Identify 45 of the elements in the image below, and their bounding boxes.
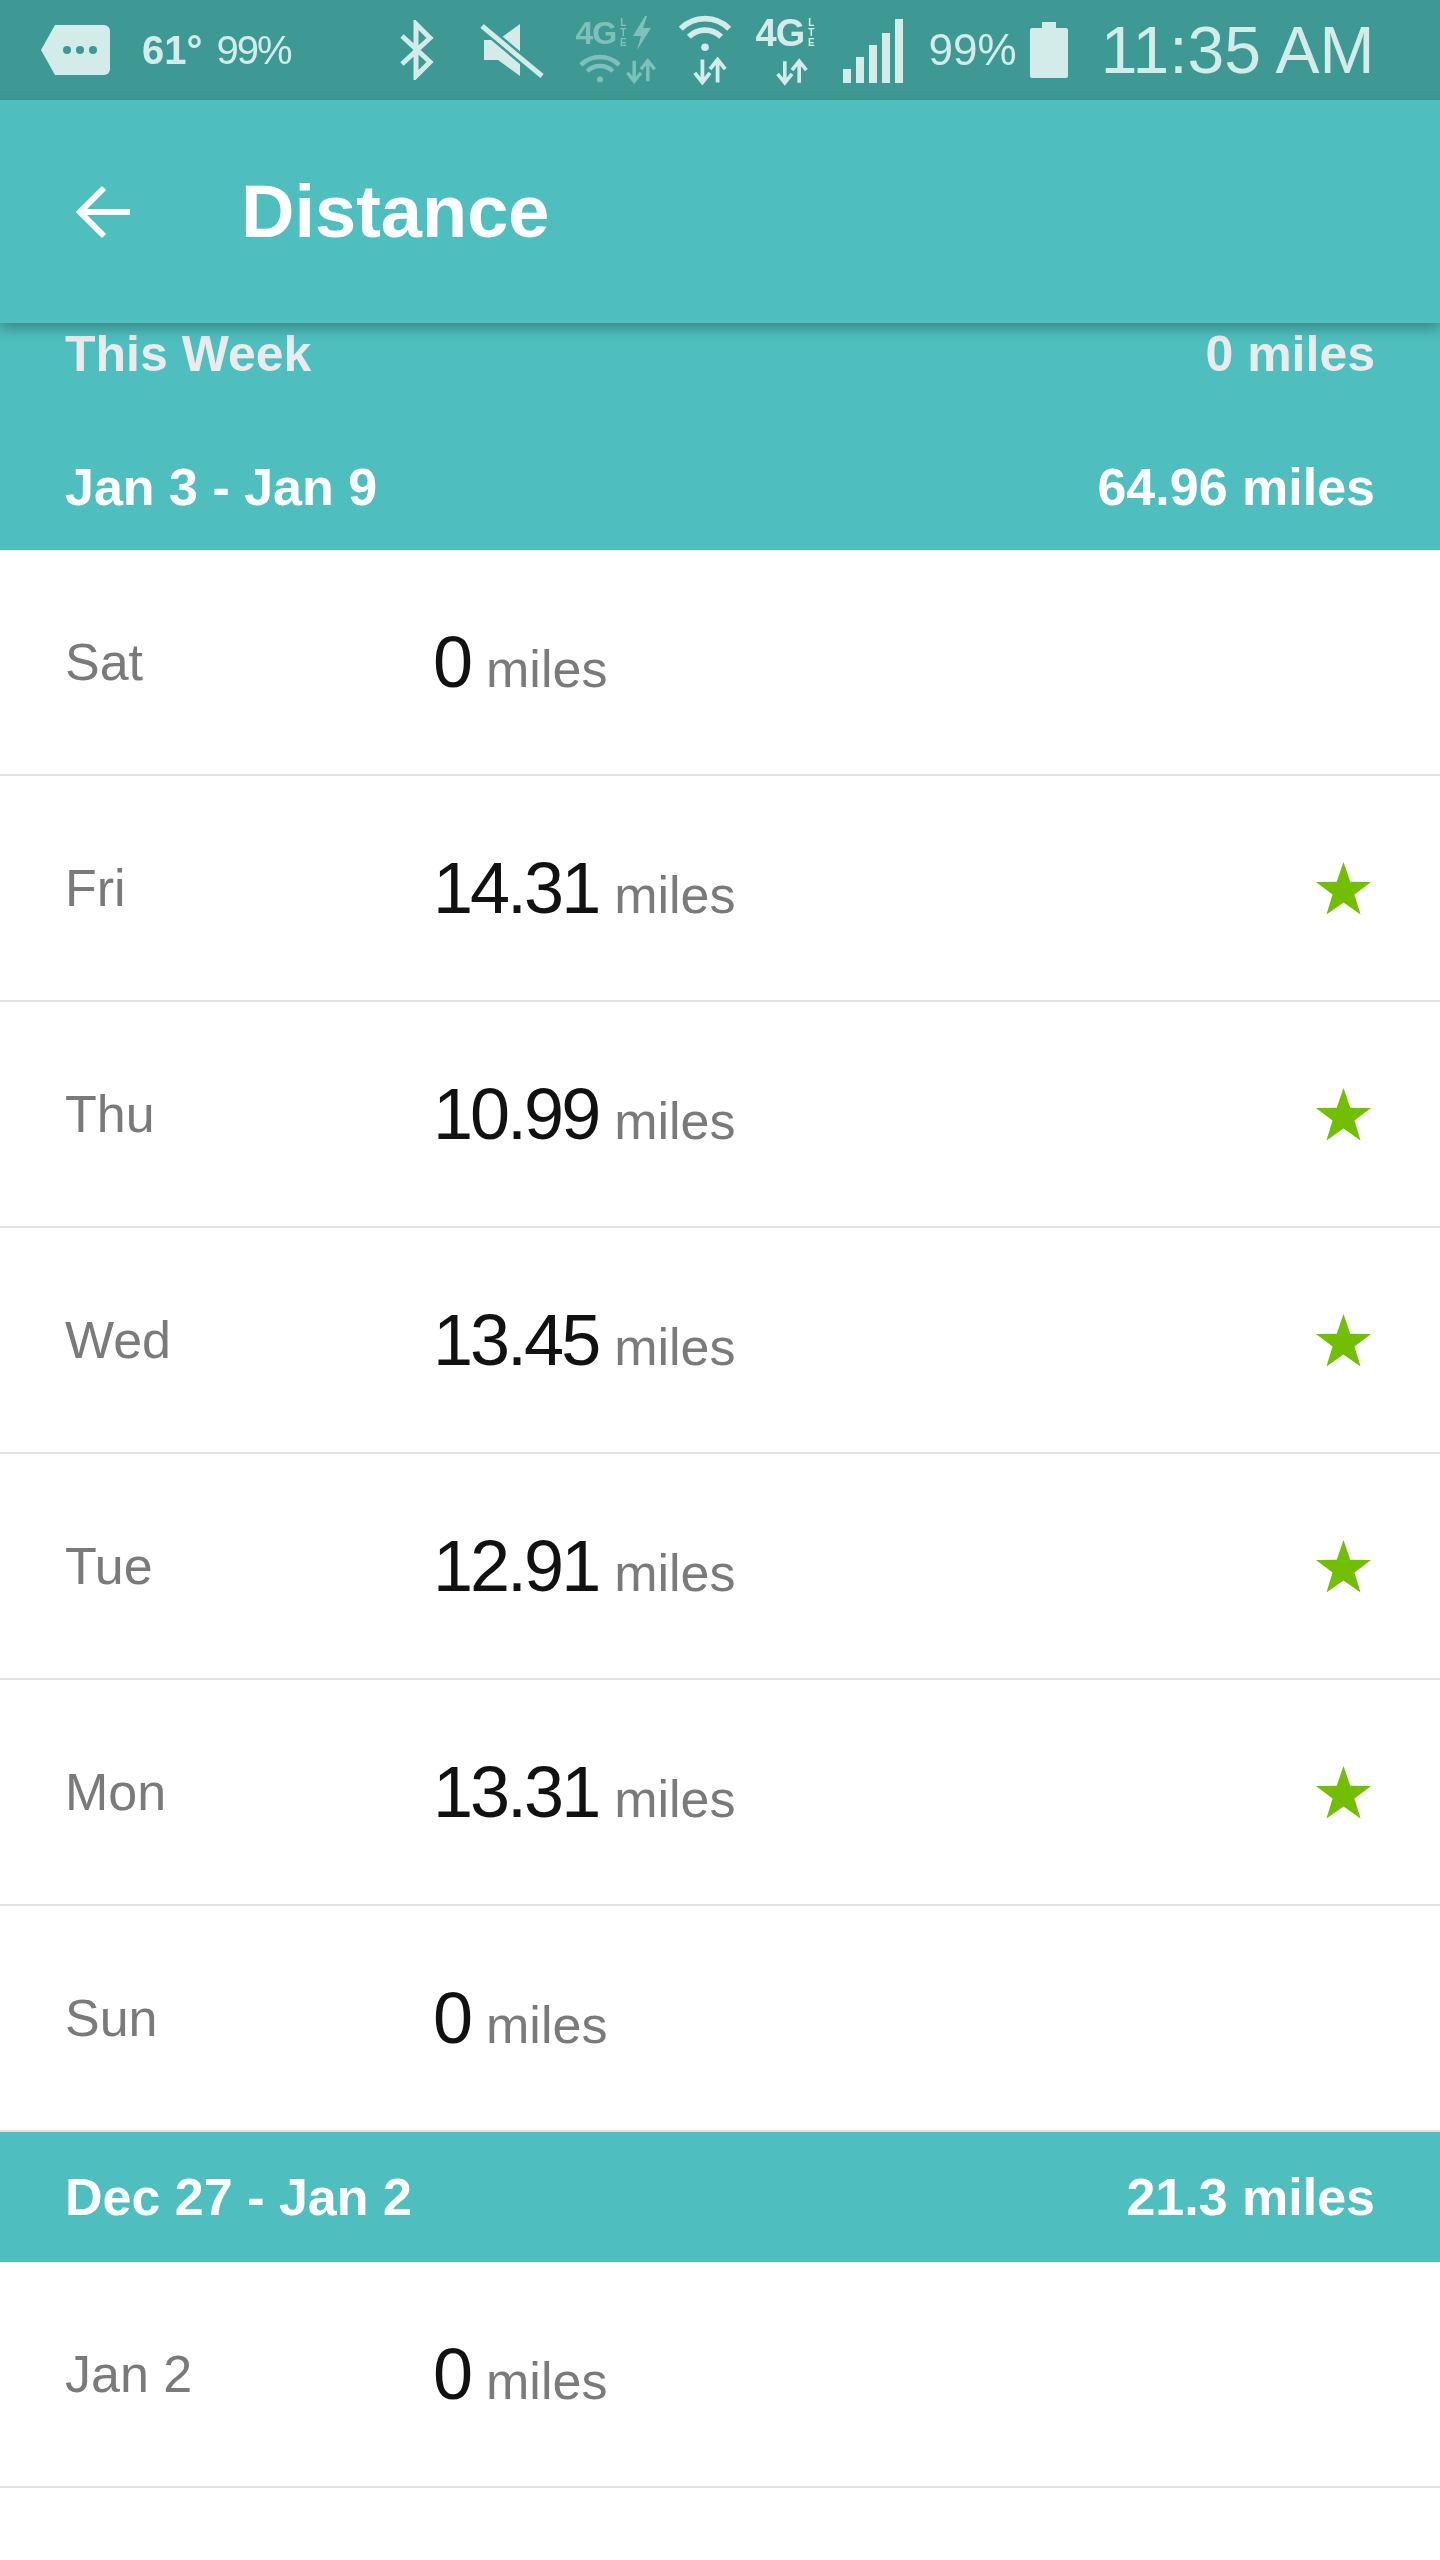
week-range: Dec 27 - Jan 2: [65, 2171, 412, 2223]
lightning-bolt-icon: [630, 16, 653, 50]
app-bar-title: Distance: [241, 174, 550, 249]
period-label: This Week: [65, 329, 312, 379]
distance-value: 0: [433, 1982, 471, 2054]
distance-unit: miles: [614, 869, 736, 921]
temperature-text: 61°: [142, 30, 203, 70]
day-label: Sun: [65, 1992, 159, 2044]
network-type: 4G: [575, 17, 617, 49]
network-subtype: LTE: [618, 18, 628, 48]
day-label: Fri: [65, 862, 127, 914]
period-total: 0 miles: [1205, 329, 1375, 379]
day-label: Mon: [65, 1766, 168, 1818]
day-label: Thu: [65, 1088, 156, 1140]
signal-bars-icon: [840, 17, 905, 83]
data-arrows-icon: [623, 58, 658, 84]
distance-unit: miles: [486, 2355, 608, 2407]
distance-unit: miles: [486, 1999, 608, 2051]
day-label: Tue: [65, 1540, 154, 1592]
network-subtype: LTE: [806, 18, 816, 48]
distance-unit: miles: [614, 1773, 736, 1825]
battery-icon: [1029, 22, 1068, 78]
battery-percent: 99%: [928, 28, 1017, 72]
distance-value: 13.45: [433, 1304, 599, 1376]
distance-value: 14.31: [433, 852, 599, 924]
distance-unit: miles: [486, 643, 608, 695]
distance-value: 13.31: [433, 1756, 599, 1828]
day-label: Sat: [65, 636, 145, 688]
day-label: Jan 2: [65, 2348, 194, 2400]
network-type: 4G: [755, 14, 805, 52]
distance-value: 0: [433, 626, 471, 698]
week-total: 21.3 miles: [1126, 2171, 1375, 2223]
distance-unit: miles: [614, 1095, 736, 1147]
day-label: Wed: [65, 1314, 172, 1366]
mute-icon: [479, 22, 544, 78]
distance-value: 10.99: [433, 1078, 599, 1150]
week-total: 64.96 miles: [1097, 460, 1375, 513]
distance-value: 12.91: [433, 1530, 599, 1602]
distance-value: 0: [433, 2338, 471, 2410]
week-range: Jan 3 - Jan 9: [65, 460, 378, 513]
notification-percent: 99%: [216, 30, 291, 70]
distance-unit: miles: [614, 1321, 736, 1373]
clock-time: 11:35 AM: [1100, 17, 1375, 83]
chat-bubble-icon: [41, 25, 110, 75]
distance-unit: miles: [614, 1547, 736, 1599]
